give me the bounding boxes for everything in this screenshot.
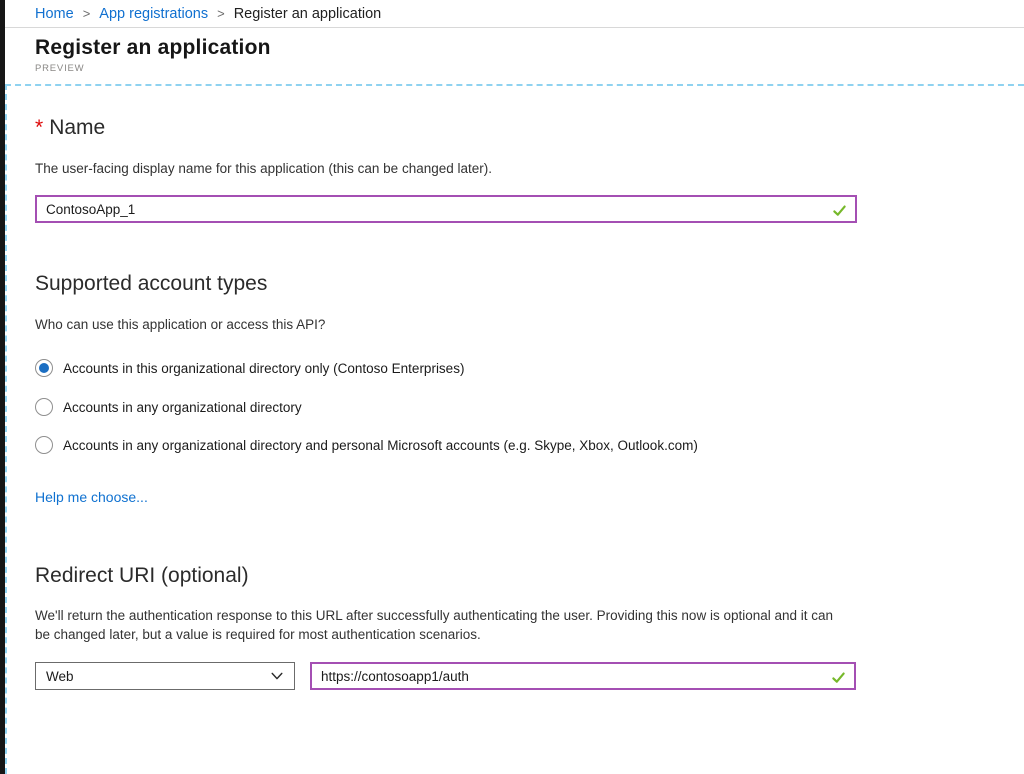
account-types-question: Who can use this application or access t… bbox=[35, 315, 325, 334]
chevron-down-icon bbox=[270, 669, 284, 683]
redirect-uri-input[interactable]: https://contosoapp1/auth bbox=[310, 662, 856, 690]
redirect-uri-value: https://contosoapp1/auth bbox=[312, 669, 854, 684]
breadcrumb: Home > App registrations > Register an a… bbox=[5, 0, 1024, 28]
redirect-uri-description: We'll return the authentication response… bbox=[35, 606, 850, 644]
preview-badge: PREVIEW bbox=[35, 63, 271, 74]
radio-label: Accounts in this organizational director… bbox=[63, 361, 464, 376]
radio-any-directory[interactable]: Accounts in any organizational directory bbox=[35, 398, 302, 416]
radio-any-directory-and-personal[interactable]: Accounts in any organizational directory… bbox=[35, 436, 698, 454]
portal-left-edge bbox=[0, 0, 5, 774]
page-title: Register an application bbox=[35, 36, 271, 60]
radio-unselected-icon[interactable] bbox=[35, 398, 53, 416]
breadcrumb-current-page: Register an application bbox=[234, 6, 382, 22]
radio-label: Accounts in any organizational directory… bbox=[63, 438, 698, 453]
breadcrumb-home-link[interactable]: Home bbox=[35, 6, 74, 22]
redirect-platform-value: Web bbox=[36, 669, 270, 684]
app-name-input[interactable]: ContosoApp_1 bbox=[35, 195, 857, 223]
help-me-choose-link[interactable]: Help me choose... bbox=[35, 489, 148, 505]
name-description: The user-facing display name for this ap… bbox=[35, 159, 492, 178]
radio-selected-icon[interactable] bbox=[35, 359, 53, 377]
breadcrumb-separator: > bbox=[83, 6, 91, 21]
name-heading-label: Name bbox=[49, 116, 105, 139]
radio-unselected-icon[interactable] bbox=[35, 436, 53, 454]
name-section-heading: * Name bbox=[35, 116, 105, 140]
redirect-uri-heading: Redirect URI (optional) bbox=[35, 564, 249, 588]
required-asterisk: * bbox=[35, 116, 43, 139]
radio-label: Accounts in any organizational directory bbox=[63, 400, 302, 415]
account-types-heading: Supported account types bbox=[35, 272, 267, 296]
blade-header: Register an application PREVIEW bbox=[35, 36, 271, 74]
redirect-platform-select[interactable]: Web bbox=[35, 662, 295, 690]
checkmark-icon bbox=[831, 670, 846, 685]
radio-this-directory-only[interactable]: Accounts in this organizational director… bbox=[35, 359, 464, 377]
app-name-value: ContosoApp_1 bbox=[37, 202, 855, 217]
breadcrumb-app-registrations-link[interactable]: App registrations bbox=[99, 6, 208, 22]
breadcrumb-separator: > bbox=[217, 6, 225, 21]
checkmark-icon bbox=[832, 203, 847, 218]
